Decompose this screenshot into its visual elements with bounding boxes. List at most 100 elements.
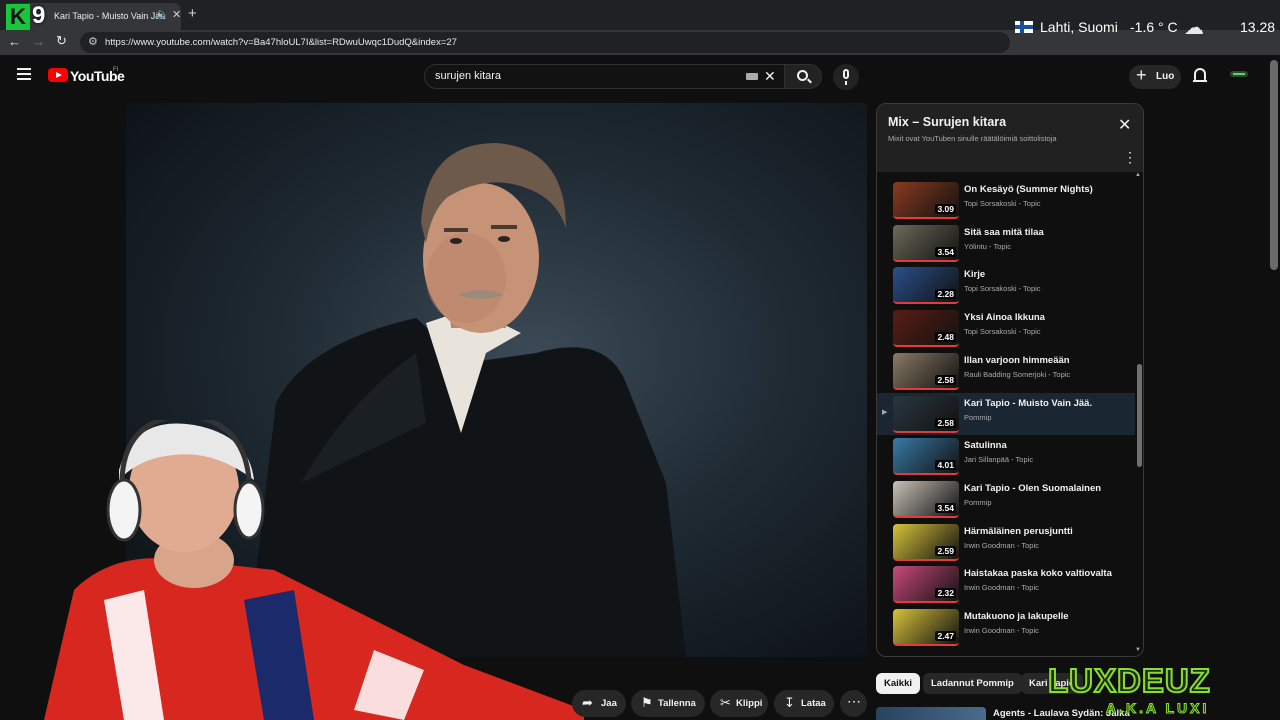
microphone-icon [843, 69, 849, 79]
forward-icon[interactable]: → [32, 34, 45, 49]
playlist-item-channel: Yölintu - Topic [964, 241, 1011, 251]
notifications-bell-icon[interactable] [1193, 68, 1207, 82]
search-button[interactable] [784, 64, 822, 89]
playlist-item-title[interactable]: Sitä saa mitä tilaa [964, 227, 1124, 239]
k-logo-number: 9 [32, 2, 46, 29]
url-text[interactable]: https://www.youtube.com/watch?v=Ba47hloU… [105, 37, 457, 48]
playlist-item-channel: Pommip [964, 497, 992, 507]
playlist-item[interactable]: ▶ 2.58 Kari Tapio - Muisto Vain Jää. Pommip [877, 392, 1135, 435]
create-button[interactable]: + Luo [1129, 65, 1181, 89]
tab-close-icon[interactable]: ✕ [172, 8, 181, 21]
playlist-thumbnail[interactable]: 2.59 [893, 523, 959, 561]
close-icon[interactable]: ✕ [1118, 118, 1131, 134]
playlist-item-title[interactable]: Illan varjoon himmeään [964, 355, 1124, 367]
playlist-thumbnail[interactable]: 3.54 [893, 480, 959, 518]
playlist-item-channel: Jari Sillanpää - Topic [964, 455, 1034, 465]
playlist-thumbnail[interactable]: 3.54 [893, 224, 959, 262]
clear-search-icon[interactable]: ✕ [764, 68, 776, 85]
download-label: Lataa [801, 698, 826, 709]
scroll-down-icon[interactable]: ▼ [1135, 647, 1141, 653]
playlist-subtitle: Mixit ovat YouTuben sinulle räätälöimiä … [888, 134, 1057, 143]
playlist-item[interactable]: 2.47 Mutakuono ja lakupelle Irwin Goodman … [877, 606, 1135, 648]
playlist-item-title[interactable]: Kari Tapio - Olen Suomalainen [964, 483, 1124, 495]
playlist-item-title[interactable]: Mutakuono ja lakupelle [964, 611, 1124, 623]
playlist-item[interactable]: 2.59 Härmäläinen perusjuntti Irwin Goodman… [877, 521, 1135, 563]
voice-search-button[interactable] [833, 64, 859, 90]
playlist-item[interactable]: 2.48 Yksi Ainoa Ikkuna Topi Sorsakoski - T… [877, 307, 1135, 349]
playlist-item-title[interactable]: Haistakaa paska koko valtiovalta [964, 568, 1124, 580]
download-button[interactable]: ↧ Lataa [774, 690, 834, 717]
weather-temperature: -1.6 ° C [1130, 19, 1178, 35]
playlist-thumbnail[interactable]: 2.32 [893, 566, 959, 604]
youtube-play-logo-icon[interactable] [48, 68, 68, 82]
avatar[interactable] [1230, 71, 1248, 77]
duration-badge: 2.58 [935, 417, 956, 428]
share-label: Jaa [601, 698, 617, 709]
more-actions-button[interactable]: ⋯ [840, 690, 867, 717]
hamburger-menu-icon[interactable] [17, 68, 31, 80]
duration-badge: 3.09 [935, 204, 956, 214]
playlist-thumbnail[interactable]: 2.58 [893, 352, 959, 390]
playlist-item-title[interactable]: Satulinna [964, 440, 1124, 452]
playlist-thumbnail[interactable]: 2.48 [893, 310, 959, 348]
duration-badge: 2.58 [935, 374, 956, 385]
share-icon: ➦ [582, 695, 593, 710]
webcam-overlay [44, 420, 584, 720]
playlist-item[interactable]: 2.58 Illan varjoon himmeään Rauli Badding … [877, 350, 1135, 392]
duration-badge: 2.47 [935, 631, 956, 641]
weather-location: Lahti, Suomi [1040, 19, 1118, 35]
playlist-item[interactable]: 2.32 Haistakaa paska koko valtiovalta Irwi… [877, 563, 1135, 605]
clip-button[interactable]: ✂ Klippi [710, 690, 768, 717]
chip-uploaded-by[interactable]: Ladannut Pommip [923, 673, 1022, 694]
back-icon[interactable]: ← [8, 34, 21, 49]
playlist-item-channel: Topi Sorsakoski - Topic [964, 327, 1041, 337]
playlist-item-title[interactable]: Kari Tapio - Muisto Vain Jää. [964, 398, 1124, 410]
playlist-item[interactable]: 2.28 Kirje Topi Sorsakoski - Topic [877, 264, 1135, 306]
playlist-item-title[interactable]: Yksi Ainoa Ikkuna [964, 312, 1124, 324]
playlist-item-title[interactable]: On Kesäyö (Summer Nights) [964, 184, 1124, 196]
now-playing-icon: ▶ [882, 408, 888, 416]
playlist-panel: Mix – Surujen kitara Mixit ovat YouTuben… [876, 103, 1144, 657]
playlist-thumbnail[interactable]: 3.09 [893, 182, 959, 219]
playlist-item-channel: Topi Sorsakoski - Topic [964, 284, 1041, 294]
playlist-item[interactable]: 3.54 Kari Tapio - Olen Suomalainen Pommip [877, 478, 1135, 520]
playlist-scrollbar-thumb[interactable] [1137, 364, 1142, 467]
playlist-item-channel: Irwin Goodman - Topic [964, 583, 1039, 593]
download-icon: ↧ [784, 695, 795, 710]
playlist-item-title[interactable]: Härmäläinen perusjuntti [964, 526, 1124, 538]
clip-label: Klippi [736, 698, 763, 709]
chip-all[interactable]: Kaikki [876, 673, 920, 694]
scissors-icon: ✂ [720, 695, 731, 710]
save-label: Tallenna [658, 698, 696, 709]
duration-badge: 2.32 [935, 588, 956, 599]
keyboard-icon[interactable] [746, 73, 758, 80]
streamer-watermark: LUXDEUZ A.K.A LUXI [1046, 661, 1280, 720]
cloud-icon: ☁ [1184, 17, 1204, 39]
reload-icon[interactable]: ↻ [56, 33, 67, 49]
share-button[interactable]: ➦ Jaa [572, 690, 626, 717]
playlist-item[interactable]: 4.01 Satulinna Jari Sillanpää - Topic [877, 435, 1135, 477]
playlist-title[interactable]: Mix – Surujen kitara [888, 115, 1006, 129]
playlist-menu-icon[interactable]: ⋮ [1123, 150, 1137, 164]
playlist-item[interactable]: 3.54 Sitä saa mitä tilaa Yölintu - Topic [877, 222, 1135, 264]
search-input[interactable]: surujen kitara ✕ [424, 64, 785, 89]
speaker-icon[interactable]: 🔈 [156, 9, 168, 20]
duration-badge: 4.01 [935, 460, 956, 471]
watermark-main: LUXDEUZ [1047, 661, 1211, 700]
page-scrollbar[interactable] [1270, 60, 1278, 270]
search-query[interactable]: surujen kitara [435, 70, 501, 82]
recommendation-thumbnail[interactable] [876, 707, 986, 720]
playlist-item-title[interactable]: Kirje [964, 269, 1124, 281]
duration-badge: 2.28 [935, 289, 956, 300]
save-button[interactable]: ⚑ Tallenna [631, 690, 705, 717]
playlist-thumbnail[interactable]: 4.01 [893, 438, 959, 476]
omnibox[interactable]: ⚙ https://www.youtube.com/watch?v=Ba47hl… [80, 32, 1010, 53]
playlist-thumbnail[interactable]: 2.47 [893, 609, 959, 646]
playlist-item[interactable]: 3.09 On Kesäyö (Summer Nights) Topi Sorsak… [877, 179, 1135, 221]
playlist-thumbnail[interactable]: 2.58 [893, 395, 959, 433]
new-tab-icon[interactable]: + [188, 5, 197, 22]
scroll-up-icon[interactable]: ▲ [1135, 172, 1141, 178]
site-info-icon[interactable]: ⚙ [88, 35, 98, 48]
region-code: FI [113, 67, 119, 73]
playlist-thumbnail[interactable]: 2.28 [893, 267, 959, 305]
